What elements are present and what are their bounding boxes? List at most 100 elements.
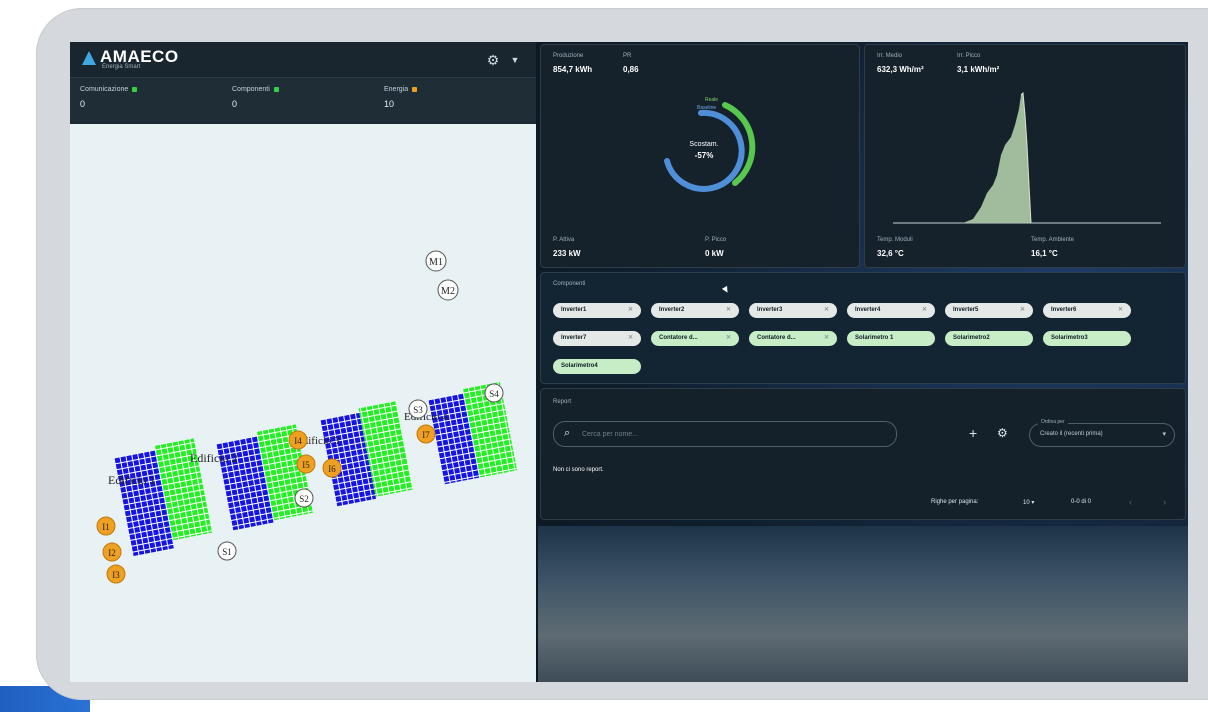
- meter-marker[interactable]: M1: [425, 250, 447, 272]
- inverter-marker[interactable]: I6: [322, 458, 342, 478]
- inverter-marker[interactable]: I3: [106, 564, 126, 584]
- settings-gear-icon[interactable]: ⚙: [484, 51, 502, 69]
- active-power-label: P. Attiva: [553, 237, 575, 243]
- close-icon[interactable]: ✕: [726, 331, 731, 346]
- status-value: 10: [384, 99, 395, 109]
- search-input[interactable]: [582, 426, 882, 442]
- inverter-marker[interactable]: I2: [102, 542, 122, 562]
- sort-value: Creato il (recenti prima): [1040, 431, 1103, 437]
- close-icon[interactable]: ✕: [628, 303, 633, 318]
- components-title: Componenti: [553, 281, 586, 287]
- component-chip[interactable]: Solarimetro4: [553, 359, 641, 374]
- rows-per-page-label: Righe per pagina:: [931, 499, 979, 505]
- svg-text:M2: M2: [441, 286, 455, 297]
- component-chip[interactable]: Contatore d... ✕: [749, 331, 837, 346]
- close-icon[interactable]: ✕: [922, 303, 927, 318]
- prev-page-icon[interactable]: ‹: [1129, 497, 1132, 507]
- search-icon: ⌕: [564, 427, 571, 439]
- production-value: 854,7 kWh: [553, 65, 593, 74]
- plant-layout-map[interactable]: Edificio 1 Edificio 2 Edificio 3 Edifici…: [70, 124, 536, 682]
- component-chip[interactable]: Solarimetro 1: [847, 331, 935, 346]
- active-power-value: 233 kW: [553, 249, 581, 258]
- sort-label: Ordina per: [1038, 419, 1068, 425]
- close-icon[interactable]: ✕: [1020, 303, 1025, 318]
- ambient-temp-label: Temp. Ambiente: [1031, 237, 1075, 243]
- add-report-button[interactable]: +: [969, 425, 977, 441]
- status-communication: Comunicazione 0: [80, 86, 138, 109]
- close-icon[interactable]: ✕: [1118, 303, 1123, 318]
- component-chip[interactable]: Inverter6 ✕: [1043, 303, 1131, 318]
- svg-text:I2: I2: [108, 548, 116, 558]
- gauge-legend-baseline: Baseline: [697, 105, 717, 111]
- status-ok-indicator: [273, 87, 279, 92]
- pr-label: PR: [623, 53, 632, 59]
- components-card: Componenti Inverter1 ✕ Inverter2 ✕ Inverte…: [540, 272, 1186, 384]
- gauge-legend-real: Reale: [705, 97, 719, 103]
- empty-report-message: Non ci sono report.: [553, 467, 604, 473]
- svg-text:I6: I6: [328, 464, 336, 474]
- deviation-gauge: Reale Baseline Scostam. -57%: [649, 97, 759, 207]
- irradiance-area: [963, 93, 1031, 223]
- sort-select[interactable]: Ordina per Creato il (recenti prima) ▾: [1029, 419, 1175, 447]
- irradiance-area-chart: [893, 91, 1161, 224]
- next-page-icon[interactable]: ›: [1163, 497, 1166, 507]
- component-chip[interactable]: Inverter3 ✕: [749, 303, 837, 318]
- component-chip[interactable]: Inverter5 ✕: [945, 303, 1033, 318]
- close-icon[interactable]: ✕: [628, 331, 633, 346]
- component-chip[interactable]: Contatore d... ✕: [651, 331, 739, 346]
- svg-text:I3: I3: [112, 570, 120, 580]
- svg-text:I5: I5: [302, 460, 310, 470]
- meter-marker[interactable]: M2: [437, 279, 459, 301]
- component-chip[interactable]: Inverter4 ✕: [847, 303, 935, 318]
- ambient-temp-value: 16,1 °C: [1031, 249, 1058, 258]
- background-landscape: [538, 526, 1188, 682]
- close-icon[interactable]: ✕: [824, 331, 829, 346]
- string-marker[interactable]: S2: [294, 488, 314, 508]
- inverter-marker[interactable]: I1: [96, 516, 116, 536]
- mouse-cursor-icon: [721, 285, 731, 295]
- app-logo-subtitle: Energia Smart: [102, 64, 141, 70]
- building-label: Edificio 1: [108, 473, 156, 487]
- irradiance-avg-label: Irr. Medio: [877, 53, 903, 59]
- building-label: Edificio 2: [190, 451, 238, 465]
- svg-text:I7: I7: [422, 430, 430, 440]
- component-chip[interactable]: Inverter2 ✕: [651, 303, 739, 318]
- irradiance-peak-label: Irr. Picco: [957, 53, 981, 59]
- svg-text:M1: M1: [429, 257, 443, 268]
- report-search[interactable]: ⌕: [553, 421, 897, 447]
- component-chip[interactable]: Solarimetro3: [1043, 331, 1131, 346]
- string-marker[interactable]: S4: [484, 383, 504, 403]
- peak-power-label: P. Picco: [705, 237, 727, 243]
- production-label: Produzione: [553, 53, 584, 59]
- production-card: Produzione 854,7 kWh PR 0,86 Reale Basel…: [540, 44, 860, 268]
- rows-per-page-select[interactable]: 10 ▾: [1023, 499, 1034, 506]
- component-chip[interactable]: Solarimetro2: [945, 331, 1033, 346]
- component-chip[interactable]: Inverter1 ✕: [553, 303, 641, 318]
- svg-text:S1: S1: [222, 547, 232, 557]
- module-temp-value: 32,6 °C: [877, 249, 904, 258]
- chevron-down-icon[interactable]: ▼: [508, 51, 522, 69]
- svg-text:S3: S3: [413, 405, 423, 415]
- string-marker[interactable]: S3: [408, 399, 428, 419]
- inverter-marker[interactable]: I7: [416, 424, 436, 444]
- status-bar: Comunicazione 0 Componenti 0 Energia 10: [70, 78, 536, 122]
- gauge-value: -57%: [694, 151, 714, 160]
- logo-icon: [82, 51, 96, 65]
- component-chip[interactable]: Inverter7 ✕: [553, 331, 641, 346]
- close-icon[interactable]: ✕: [824, 303, 829, 318]
- inverter-marker[interactable]: I5: [296, 454, 316, 474]
- inverter-marker[interactable]: I4: [288, 430, 308, 450]
- app-header: AMAECO Energia Smart ⚙ ▼: [70, 42, 536, 78]
- status-value: 0: [232, 99, 238, 109]
- status-ok-indicator: [132, 87, 138, 92]
- status-label: Componenti: [232, 86, 270, 93]
- svg-text:I4: I4: [294, 436, 302, 446]
- string-marker[interactable]: S1: [217, 541, 237, 561]
- status-label: Comunicazione: [80, 86, 129, 93]
- svg-text:I1: I1: [102, 522, 110, 532]
- pr-value: 0,86: [623, 65, 639, 74]
- pagination-range: 0-0 di 0: [1071, 499, 1092, 505]
- report-settings-gear-icon[interactable]: ⚙: [997, 426, 1008, 440]
- app-screen: AMAECO Energia Smart ⚙ ▼ Comunicazione 0…: [70, 42, 1188, 682]
- close-icon[interactable]: ✕: [726, 303, 731, 318]
